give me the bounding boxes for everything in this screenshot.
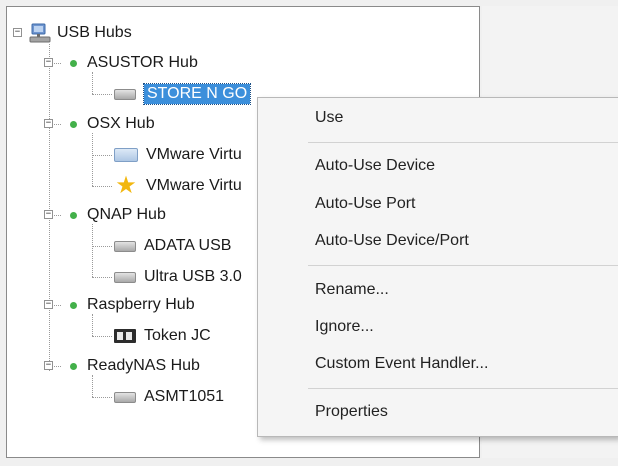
tree-node-qnap-hub[interactable]: QNAP Hub bbox=[70, 204, 166, 226]
hub-status-dot-icon bbox=[70, 211, 77, 219]
tree-node-raspberry-hub[interactable]: Raspberry Hub bbox=[70, 294, 195, 316]
menu-item-rename[interactable]: Rename... bbox=[315, 281, 389, 299]
tree-connector bbox=[92, 155, 112, 156]
tree-node-vmware-virtual-2[interactable]: ★ VMware Virtu bbox=[114, 172, 242, 199]
tree-node-vmware-virtual-1[interactable]: VMware Virtu bbox=[114, 144, 242, 166]
context-menu: Use Auto-Use Device Auto-Use Port Auto-U… bbox=[257, 97, 618, 437]
tree-connector bbox=[92, 277, 112, 278]
tree-node-usb-hubs[interactable]: USB Hubs bbox=[29, 22, 132, 44]
tree-node-label: ASMT1051 bbox=[144, 388, 225, 405]
tree-node-label: Token JC bbox=[144, 327, 211, 344]
keyboard-device-icon bbox=[114, 148, 138, 162]
expander-collapse-qnap[interactable]: − bbox=[44, 210, 53, 219]
expander-collapse-readynas[interactable]: − bbox=[44, 361, 53, 370]
tree-node-label: OSX Hub bbox=[87, 115, 155, 132]
tree-node-label: VMware Virtu bbox=[146, 146, 242, 163]
tree-connector bbox=[92, 397, 112, 398]
hub-status-dot-icon bbox=[70, 301, 77, 309]
tree-node-label: Raspberry Hub bbox=[87, 296, 195, 313]
star-icon: ★ bbox=[115, 172, 137, 199]
tree-node-token-jc[interactable]: Token JC bbox=[114, 325, 211, 347]
menu-item-properties[interactable]: Properties bbox=[315, 403, 388, 421]
tree-node-label: USB Hubs bbox=[57, 24, 132, 41]
tree-node-ultra-usb[interactable]: Ultra USB 3.0 bbox=[114, 266, 242, 288]
menu-separator bbox=[308, 142, 618, 143]
tree-connector bbox=[92, 186, 112, 187]
menu-item-use[interactable]: Use bbox=[315, 109, 343, 127]
token-device-icon bbox=[114, 329, 136, 343]
tree-connector bbox=[92, 133, 93, 186]
tree-connector bbox=[92, 94, 112, 95]
usb-drive-icon bbox=[114, 88, 136, 100]
hub-status-dot-icon bbox=[70, 120, 77, 128]
expander-collapse-raspberry[interactable]: − bbox=[44, 300, 53, 309]
tree-connector bbox=[92, 72, 93, 94]
expander-collapse-asustor[interactable]: − bbox=[44, 58, 53, 67]
tree-connector bbox=[92, 336, 112, 337]
tree-node-osx-hub[interactable]: OSX Hub bbox=[70, 113, 155, 135]
menu-item-auto-use-device-port[interactable]: Auto-Use Device/Port bbox=[315, 232, 469, 250]
tree-node-label: ASUSTOR Hub bbox=[87, 54, 198, 71]
tree-node-readynas-hub[interactable]: ReadyNAS Hub bbox=[70, 355, 200, 377]
tree-node-label: Ultra USB 3.0 bbox=[144, 268, 242, 285]
usb-hub-icon bbox=[29, 23, 51, 43]
tree-node-label: QNAP Hub bbox=[87, 206, 166, 223]
tree-node-asustor-hub[interactable]: ASUSTOR Hub bbox=[70, 52, 198, 74]
tree-connector bbox=[92, 224, 93, 277]
tree-connector bbox=[49, 44, 50, 371]
menu-item-ignore[interactable]: Ignore... bbox=[315, 318, 374, 336]
tree-connector bbox=[92, 246, 112, 247]
hub-status-dot-icon bbox=[70, 362, 77, 370]
tree-node-store-n-go[interactable]: STORE N GO bbox=[114, 83, 252, 105]
hub-status-dot-icon bbox=[70, 59, 77, 67]
menu-item-auto-use-device[interactable]: Auto-Use Device bbox=[315, 157, 435, 175]
tree-node-asmt1051[interactable]: ASMT1051 bbox=[114, 386, 224, 408]
tree-node-adata-usb[interactable]: ADATA USB bbox=[114, 235, 231, 257]
menu-separator bbox=[308, 265, 618, 266]
usb-drive-icon bbox=[114, 271, 136, 283]
tree-connector bbox=[92, 314, 93, 336]
menu-item-auto-use-port[interactable]: Auto-Use Port bbox=[315, 195, 415, 213]
expander-collapse-root[interactable]: − bbox=[13, 28, 22, 37]
tree-node-label: ADATA USB bbox=[144, 237, 232, 254]
expander-collapse-osx[interactable]: − bbox=[44, 119, 53, 128]
tree-node-label-selected: STORE N GO bbox=[142, 83, 252, 105]
tree-node-label: VMware Virtu bbox=[146, 177, 242, 194]
tree-connector bbox=[92, 375, 93, 397]
usb-drive-icon bbox=[114, 240, 136, 252]
usb-drive-icon bbox=[114, 391, 136, 403]
tree-node-label: ReadyNAS Hub bbox=[87, 357, 200, 374]
menu-separator bbox=[308, 388, 618, 389]
menu-item-custom-event-handler[interactable]: Custom Event Handler... bbox=[315, 355, 488, 373]
